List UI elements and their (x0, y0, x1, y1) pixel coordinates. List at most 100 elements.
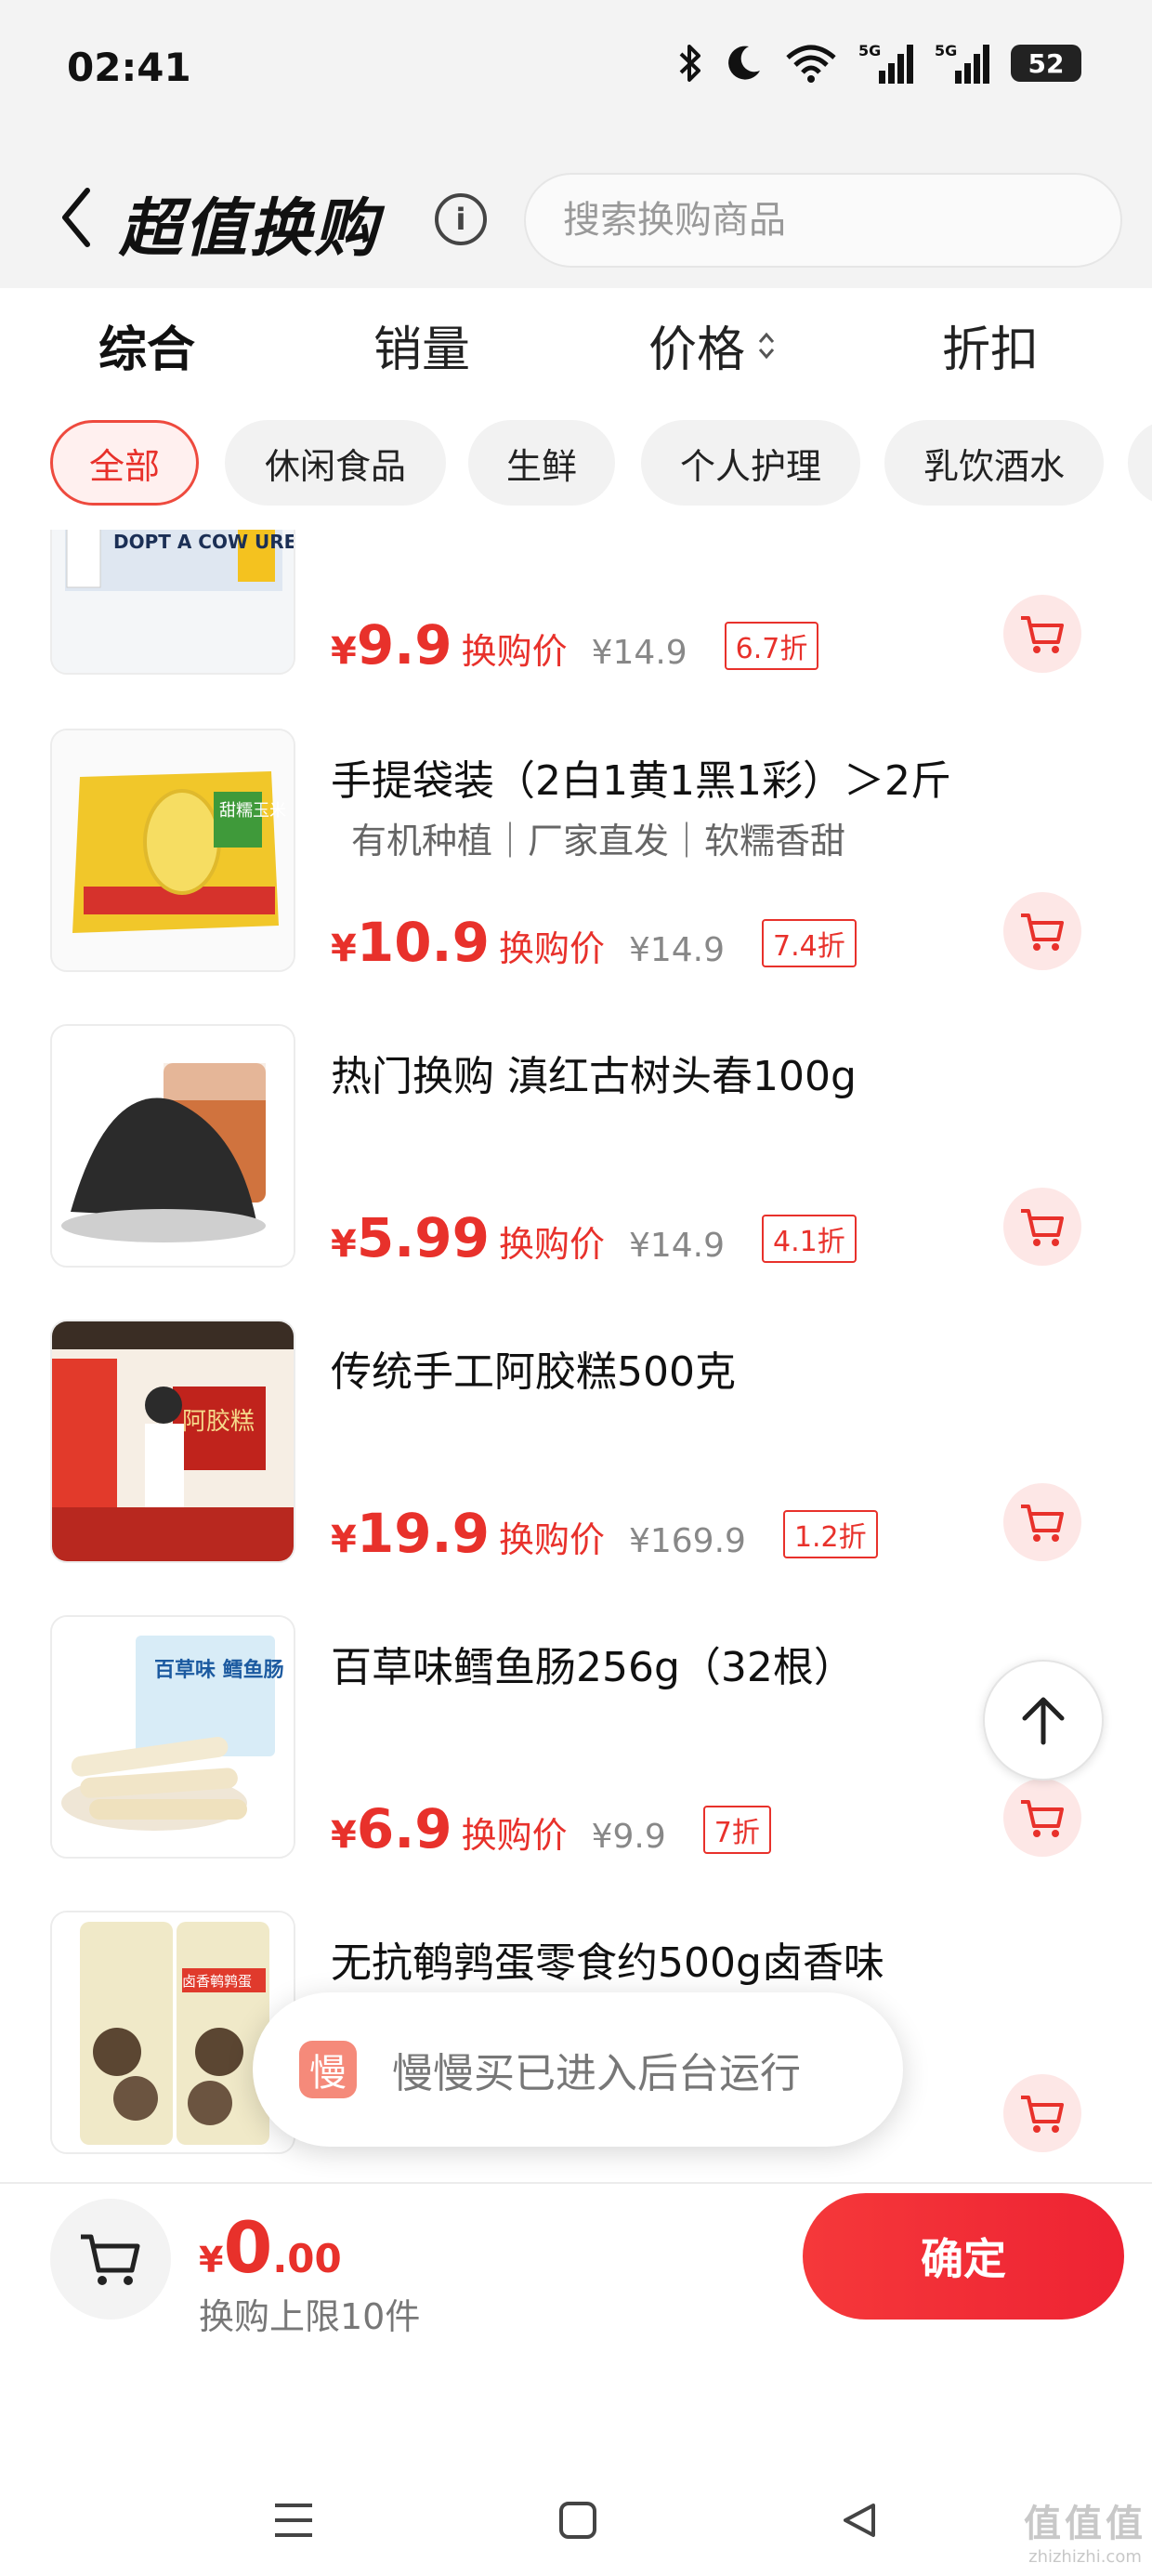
product-title: 手提袋装（2白1黄1黑1彩）＞2斤 (331, 757, 951, 805)
product-title: 热门换购 滇红古树头春100g (331, 1053, 857, 1100)
background-run-toast: 慢 慢慢买已进入后台运行 (253, 1992, 903, 2147)
product-item[interactable]: 甜糯玉米 手提袋装（2白1黄1黑1彩）＞2斤 有机种植｜厂家直发｜软糯香甜 ¥ … (0, 729, 1152, 1024)
chip-more[interactable] (1128, 420, 1152, 506)
product-image-text: 阿胶糕 (182, 1408, 255, 1436)
chip-fresh[interactable]: 生鲜 (468, 420, 615, 506)
product-tags: 有机种植｜厂家直发｜软糯香甜 (351, 821, 846, 861)
product-price: 5.99 (356, 1206, 490, 1269)
cart-icon (1021, 2096, 1064, 2133)
product-image-text: 百草味 鳕鱼肠 (154, 1658, 284, 1682)
add-to-cart-button[interactable] (1003, 1779, 1081, 1857)
system-navigation-bar: 值值值 zhizhizhi.com (0, 2416, 1152, 2576)
search-input[interactable] (526, 175, 1120, 266)
price-row: ¥ 5.99 换购价 ¥14.9 4.1折 (331, 1206, 857, 1269)
menu-icon (275, 2504, 312, 2537)
signal-5g-icon: 5G (858, 41, 914, 85)
product-item[interactable]: 百草味 鳕鱼肠 百草味鳕鱼肠256g（32根） ¥ 6.9 换购价 ¥9.9 7… (0, 1615, 1152, 1911)
bottom-bar: ¥ 0 .00 换购上限10件 确定 (0, 2182, 1152, 2349)
chip-all[interactable]: 全部 (50, 420, 199, 506)
price-label: 换购价 (461, 631, 568, 672)
category-chips: 全部 休闲食品 生鲜 个人护理 乳饮酒水 (0, 400, 1152, 530)
chip-drinks[interactable]: 乳饮酒水 (884, 420, 1104, 506)
currency-symbol: ¥ (331, 630, 357, 673)
svg-text:5G: 5G (935, 42, 957, 59)
total-price: ¥ 0 .00 (199, 2206, 342, 2289)
add-to-cart-button[interactable] (1003, 1188, 1081, 1266)
discount-badge: 7.4折 (762, 919, 857, 967)
battery-icon: 52 (1011, 45, 1081, 82)
product-image-text: 甜糯玉米 (219, 801, 286, 821)
cart-icon (1021, 913, 1064, 951)
tab-sales[interactable]: 销量 (373, 310, 470, 380)
currency-symbol: ¥ (199, 2240, 224, 2280)
discount-badge: 7折 (702, 1806, 771, 1854)
price-label: 换购价 (498, 928, 605, 969)
tab-label: 综合 (98, 322, 196, 378)
confirm-button[interactable]: 确定 (803, 2193, 1124, 2320)
price-label: 换购价 (498, 1224, 605, 1265)
product-image[interactable] (50, 1024, 295, 1268)
original-price: ¥9.9 (591, 1818, 666, 1856)
product-price: 6.9 (356, 1797, 452, 1860)
product-image[interactable]: DOPT A COW URE MILK (50, 530, 295, 675)
product-price: 9.9 (356, 613, 452, 677)
scroll-to-top-button[interactable] (983, 1660, 1104, 1781)
product-list[interactable]: DOPT A COW URE MILK ¥ 9.9 换购价 ¥14.9 6.7折… (0, 530, 1152, 2184)
status-time: 02:41 (67, 45, 191, 90)
cart-icon (81, 2234, 140, 2285)
product-image[interactable]: 阿胶糕 (50, 1320, 295, 1563)
signal-5g-icon-2: 5G (935, 41, 990, 85)
product-image[interactable]: 甜糯玉米 (50, 729, 295, 972)
status-bar: 02:41 5G 5G 52 (0, 0, 1152, 139)
tab-discount[interactable]: 折扣 (942, 310, 1039, 380)
currency-symbol: ¥ (331, 1518, 357, 1561)
product-title: 百草味鳕鱼肠256g（32根） (331, 1644, 855, 1691)
info-icon[interactable]: i (435, 193, 487, 245)
discount-badge: 6.7折 (724, 622, 819, 670)
add-to-cart-button[interactable] (1003, 595, 1081, 673)
product-item[interactable]: 热门换购 滇红古树头春100g ¥ 5.99 换购价 ¥14.9 4.1折 (0, 1024, 1152, 1320)
sort-arrows-icon (756, 327, 777, 364)
status-icons: 5G 5G 52 (678, 41, 1081, 85)
add-to-cart-button[interactable] (1003, 892, 1081, 970)
total-decimal: .00 (272, 2236, 342, 2281)
tab-comprehensive[interactable]: 综合 (98, 310, 195, 380)
cart-icon (1021, 1505, 1064, 1542)
product-item[interactable]: DOPT A COW URE MILK ¥ 9.9 换购价 ¥14.9 6.7折 (0, 530, 1152, 727)
price-row: ¥ 9.9 换购价 ¥14.9 6.7折 (331, 613, 819, 677)
currency-symbol: ¥ (331, 1814, 357, 1857)
product-image[interactable]: 卤香鹌鹑蛋 (50, 1911, 295, 2154)
watermark: 值值值 zhizhizhi.com (1024, 2493, 1146, 2567)
chip-personal-care[interactable]: 个人护理 (641, 420, 860, 506)
cart-button[interactable] (50, 2199, 171, 2320)
add-to-cart-button[interactable] (1003, 2074, 1081, 2152)
search-box[interactable] (524, 173, 1122, 268)
discount-badge: 4.1折 (762, 1215, 857, 1263)
product-title: 无抗鹌鹑蛋零食约500g卤香味 (331, 1939, 884, 1987)
chip-snacks[interactable]: 休闲食品 (225, 420, 446, 506)
original-price: ¥14.9 (628, 931, 726, 969)
arrow-up-icon (1022, 1697, 1065, 1745)
home-nav-button[interactable] (557, 2500, 598, 2541)
menu-nav-button[interactable] (271, 2500, 316, 2541)
back-button[interactable] (48, 180, 104, 255)
discount-badge: 1.2折 (782, 1510, 878, 1558)
product-item[interactable]: 阿胶糕 传统手工阿胶糕500克 ¥ 19.9 换购价 ¥169.9 1.2折 (0, 1320, 1152, 1615)
tab-label: 价格 (648, 322, 746, 378)
sort-tabs: 综合 销量 价格 折扣 (0, 288, 1152, 400)
back-nav-button[interactable] (838, 2500, 879, 2541)
original-price: ¥169.9 (628, 1522, 746, 1560)
back-triangle-icon (844, 2504, 875, 2537)
product-image-text: 卤香鹌鹑蛋 (182, 1973, 252, 1990)
product-image[interactable]: 百草味 鳕鱼肠 (50, 1615, 295, 1859)
app-logo-icon: 慢 (299, 2041, 357, 2098)
price-label: 换购价 (498, 1519, 605, 1560)
original-price: ¥14.9 (591, 634, 687, 672)
cart-icon (1021, 1209, 1064, 1246)
add-to-cart-button[interactable] (1003, 1483, 1081, 1561)
svg-text:5G: 5G (858, 42, 881, 59)
tab-price[interactable]: 价格 (648, 310, 777, 380)
toast-text: 慢慢买已进入后台运行 (392, 2050, 801, 2097)
home-square-icon (559, 2502, 596, 2539)
cart-icon (1021, 616, 1064, 653)
